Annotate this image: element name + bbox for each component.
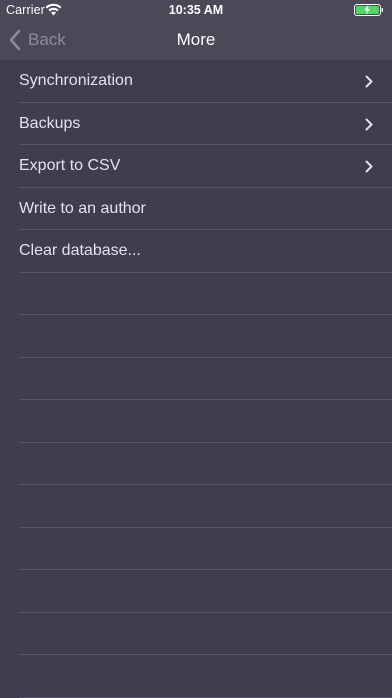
empty-row: [19, 315, 392, 358]
empty-row: [19, 485, 392, 528]
page-title: More: [176, 30, 216, 49]
menu-item-synchronization[interactable]: Synchronization: [19, 60, 392, 103]
empty-row: [19, 273, 392, 315]
menu-item-label: Export to CSV: [19, 157, 121, 174]
chevron-right-icon: [365, 160, 373, 173]
menu-item-label: Write to an author: [19, 199, 146, 217]
navigation-bar: Back More: [0, 20, 392, 60]
menu-item-label: Synchronization: [19, 72, 133, 89]
battery-icon: [354, 4, 383, 16]
chevron-right-icon: [365, 118, 373, 130]
menu-item-export-csv[interactable]: Export to CSV: [19, 145, 392, 188]
empty-row: [19, 443, 392, 485]
menu-item-write-author[interactable]: Write to an author: [19, 188, 392, 230]
empty-row: [19, 613, 392, 655]
status-bar: Carrier 10:35 AM: [0, 0, 392, 20]
chevron-right-icon: [365, 75, 373, 88]
settings-list: Synchronization Backups Export to CSV Wr…: [0, 60, 392, 698]
empty-row: [19, 570, 392, 613]
empty-row: [19, 400, 392, 443]
menu-item-label: Backups: [19, 114, 81, 132]
status-time: 10:35 AM: [168, 3, 224, 17]
empty-row: [19, 358, 392, 400]
top-bar: Carrier 10:35 AM Back More: [0, 0, 392, 60]
menu-item-backups[interactable]: Backups: [19, 103, 392, 145]
empty-row: [19, 528, 392, 570]
menu-item-label: Clear database...: [19, 242, 141, 259]
menu-item-clear-database[interactable]: Clear database...: [19, 230, 392, 273]
empty-row: [19, 655, 392, 698]
